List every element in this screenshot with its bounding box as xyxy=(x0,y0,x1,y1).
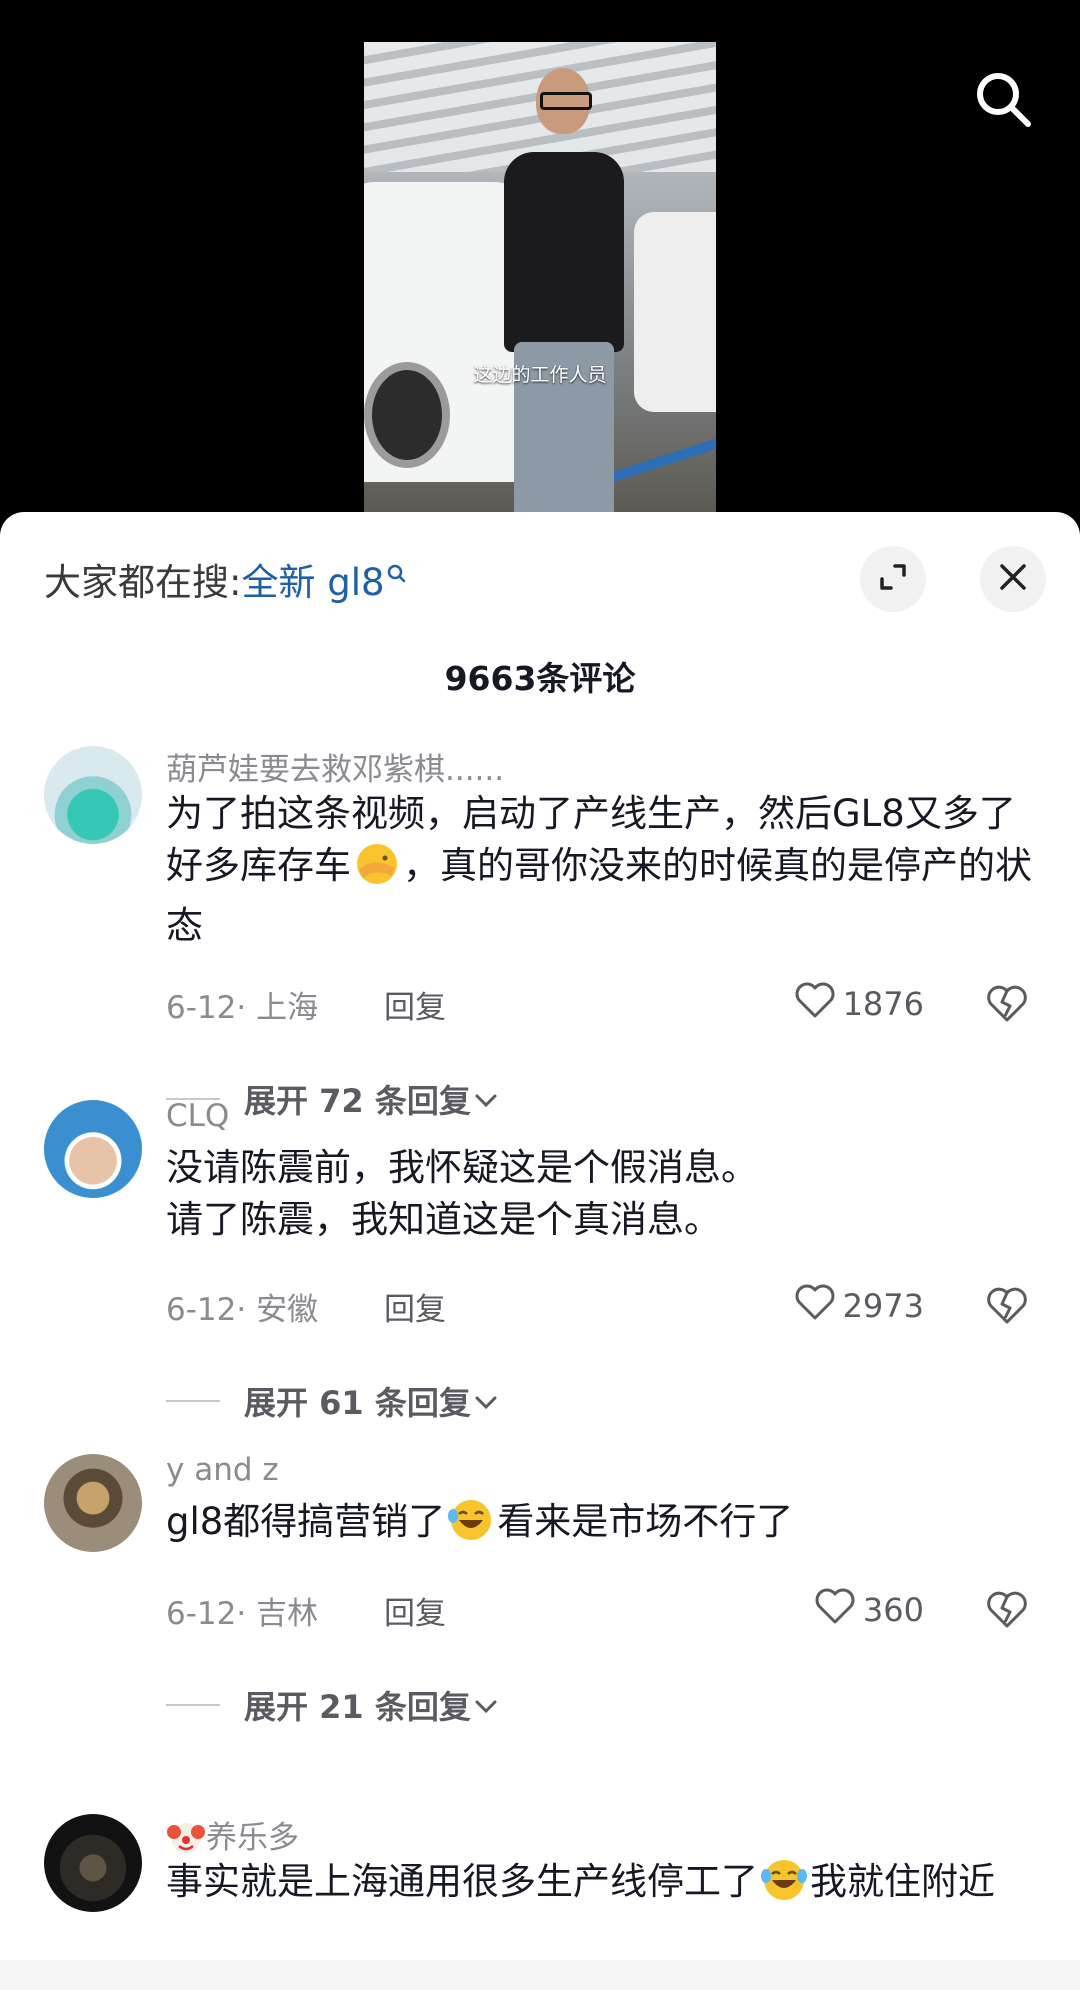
mini-search-icon xyxy=(387,552,407,595)
avatar[interactable] xyxy=(44,1100,142,1198)
sheet-header: 大家都在搜:全新 gl8 xyxy=(0,512,1080,632)
heart-icon xyxy=(813,1586,857,1634)
reply-button[interactable]: 回复 xyxy=(384,1588,446,1633)
close-icon xyxy=(997,561,1029,597)
comment-meta: 6-12· 上海 xyxy=(166,990,319,1026)
like-count: 1876 xyxy=(842,985,924,1023)
comment-text-part: gl8都得搞营销了 xyxy=(166,1500,446,1543)
comment-text-part: 事实就是上海通用很多生产线停工了 xyxy=(166,1860,758,1903)
comment-count: 9663条评论 xyxy=(444,659,636,698)
expand-replies-label: 展开 21 条回复 xyxy=(244,1688,471,1726)
like-button[interactable]: 2973 xyxy=(793,1282,924,1330)
broken-heart-icon[interactable] xyxy=(984,1284,1030,1330)
expand-replies[interactable]: 展开 21 条回复 xyxy=(166,1682,501,1728)
expand-replies-label: 展开 61 条回复 xyxy=(244,1384,471,1422)
search-icon[interactable] xyxy=(972,68,1034,130)
hot-search-keyword[interactable]: 全新 gl8 xyxy=(241,561,384,604)
heart-icon xyxy=(793,1282,837,1330)
avatar[interactable] xyxy=(44,1454,142,1552)
divider xyxy=(166,1704,220,1706)
comment-text: 事实就是上海通用很多生产线停工了 我就住附近 xyxy=(166,1856,1036,1916)
comment-meta: 6-12· 吉林 xyxy=(166,1596,319,1632)
reply-button[interactable]: 回复 xyxy=(384,1284,446,1329)
divider xyxy=(166,1400,220,1402)
expand-button[interactable] xyxy=(860,546,926,612)
laughing-crying-emoji-icon xyxy=(758,1856,810,1916)
hot-search-link[interactable]: 大家都在搜:全新 gl8 xyxy=(44,552,407,606)
video-frame[interactable]: 这边的工作人员 xyxy=(364,42,716,512)
video-subtitle: 这边的工作人员 xyxy=(473,364,607,386)
expand-replies[interactable]: 展开 61 条回复 xyxy=(166,1378,501,1424)
close-button[interactable] xyxy=(980,546,1046,612)
comment-text: 没请陈震前，我怀疑这是个假消息。 请了陈震，我知道这是个真消息。 xyxy=(166,1142,1036,1246)
avatar[interactable] xyxy=(44,1814,142,1912)
bottom-edge xyxy=(0,1960,1080,1990)
laughing-crying-emoji-icon xyxy=(445,1496,497,1556)
reply-button[interactable]: 回复 xyxy=(384,982,446,1027)
like-count: 2973 xyxy=(842,1287,924,1325)
chevron-down-icon xyxy=(471,1382,501,1420)
comment-meta: 6-12· 安徽 xyxy=(166,1292,319,1328)
chevron-down-icon xyxy=(471,1080,501,1118)
comment-text-line: 没请陈震前，我怀疑这是个假消息。 xyxy=(166,1146,758,1189)
comment-text-line: 请了陈震，我知道这是个真消息。 xyxy=(166,1198,721,1241)
like-button[interactable]: 360 xyxy=(813,1586,924,1634)
chevron-down-icon xyxy=(471,1686,501,1724)
face-palm-emoji-icon xyxy=(351,840,403,900)
expand-icon xyxy=(876,560,910,598)
person-glasses xyxy=(540,92,592,110)
avatar[interactable] xyxy=(44,746,142,844)
comment-username-text: 养乐多 xyxy=(206,1820,299,1856)
comment-text-part: 看来是市场不行了 xyxy=(497,1500,794,1543)
comment-text: gl8都得搞营销了 看来是市场不行了 xyxy=(166,1496,1036,1556)
expand-replies-label: 展开 72 条回复 xyxy=(244,1082,471,1120)
hot-search-prefix: 大家都在搜: xyxy=(44,561,242,604)
comment-username[interactable]: 葫芦娃要去救邓紫棋...... xyxy=(166,744,504,789)
comment-text: 为了拍这条视频，启动了产线生产，然后GL8又多了好多库存车 ，真的哥你没来的时候真… xyxy=(166,788,1036,952)
comment-username[interactable]: y and z xyxy=(166,1452,279,1488)
heart-icon xyxy=(793,980,837,1028)
comment-username[interactable]: CLQ xyxy=(166,1098,229,1134)
comment-sheet: 大家都在搜:全新 gl8 9663条评论 葫芦娃要去救邓紫棋...... 为了拍… xyxy=(0,512,1080,1990)
broken-heart-icon[interactable] xyxy=(984,982,1030,1028)
broken-heart-icon[interactable] xyxy=(984,1588,1030,1634)
comment-text-part: 我就住附近 xyxy=(810,1860,995,1903)
like-count: 360 xyxy=(862,1591,924,1629)
person-body xyxy=(504,152,624,352)
like-button[interactable]: 1876 xyxy=(793,980,924,1028)
video-area[interactable]: 这边的工作人员 xyxy=(0,0,1080,540)
